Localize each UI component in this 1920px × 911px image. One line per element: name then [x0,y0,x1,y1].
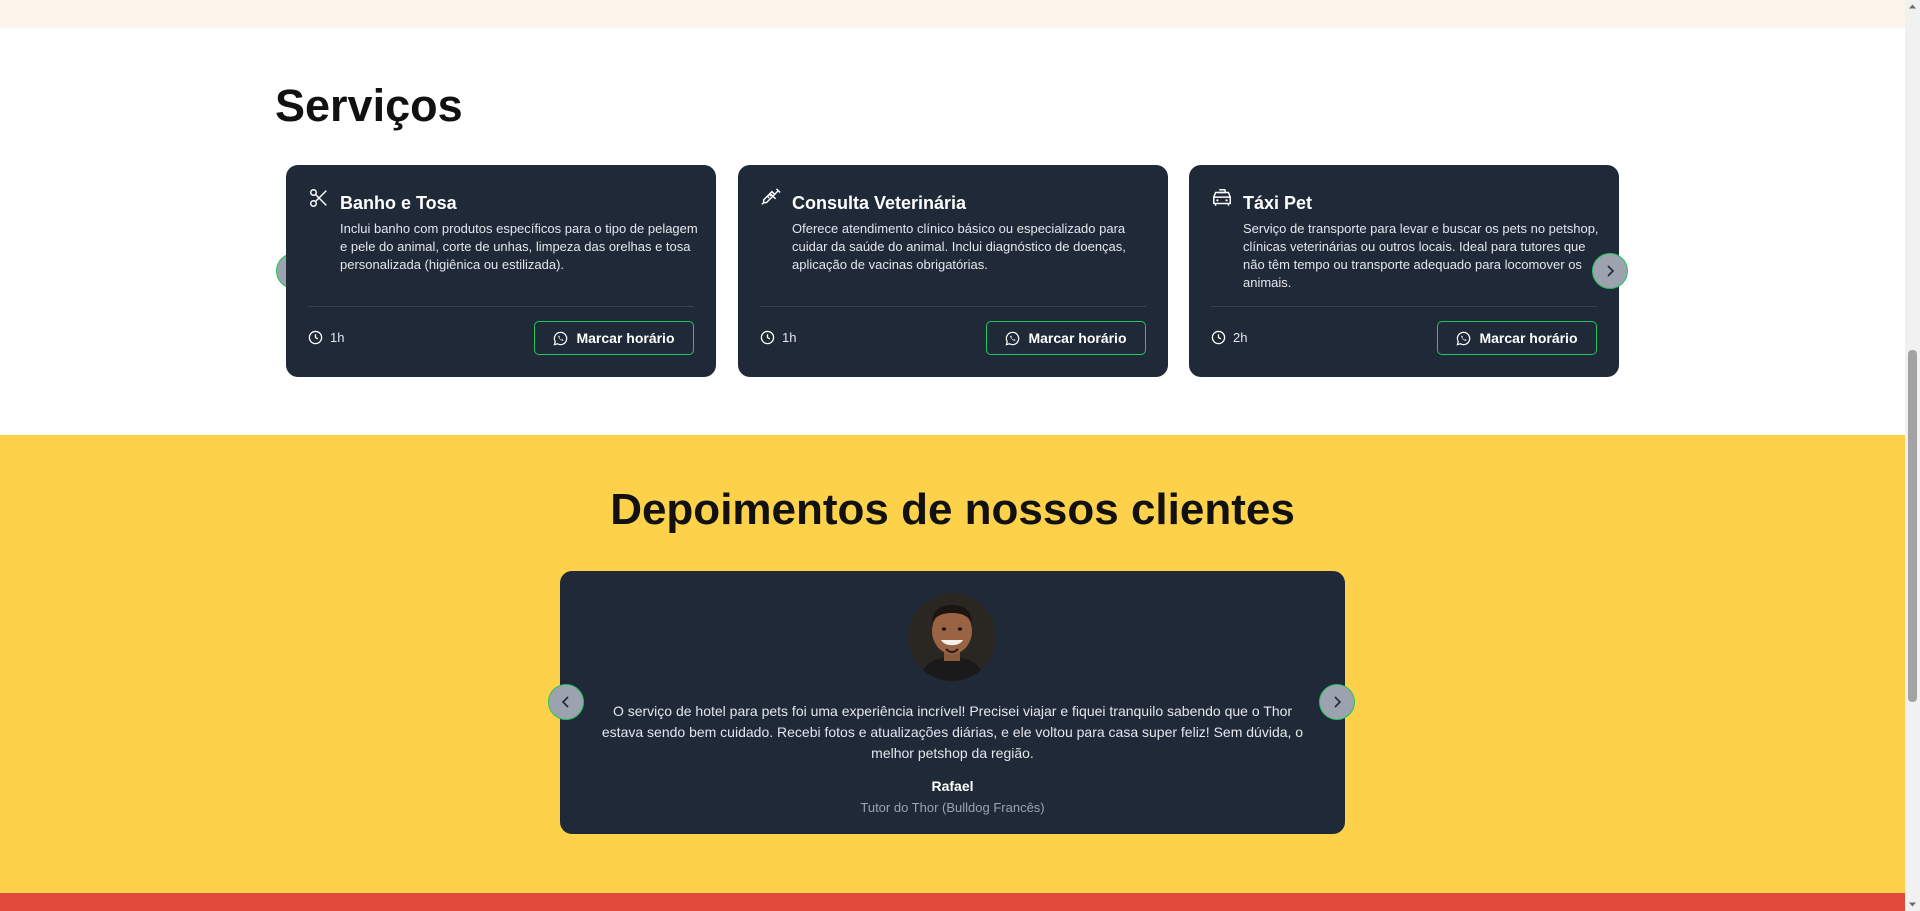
book-button-label: Marcar horário [576,330,675,346]
taxi-icon [1213,189,1231,206]
next-section-strip [0,893,1905,911]
service-description: Serviço de transporte para levar e busca… [1243,221,1599,290]
whatsapp-icon [553,331,568,345]
service-duration: 1h [330,330,345,345]
testimonial-quote: O serviço de hotel para pets foi uma exp… [601,703,1304,761]
service-title: Táxi Pet [1243,193,1313,213]
previous-section-strip [0,0,1905,28]
chevron-right-icon [1607,265,1615,277]
service-card: Banho e Tosa Inclui banho com produtos e… [286,165,716,377]
whatsapp-icon [1005,331,1020,345]
service-duration: 2h [1233,330,1248,345]
scroll-up-arrow-icon[interactable] [1908,2,1917,11]
card-divider [308,306,694,307]
service-duration: 1h [782,330,797,345]
book-button-label: Marcar horário [1028,330,1127,346]
testimonials-section: Depoimentos de nossos clientes O serviço… [0,435,1905,893]
clock-icon [308,330,323,345]
chevron-right-icon [1334,696,1342,708]
page-scrollbar[interactable] [1905,0,1920,911]
syringe-icon [761,188,781,205]
clock-icon [1211,330,1226,345]
scrollbar-thumb[interactable] [1908,350,1917,702]
chevron-left-icon [561,696,569,708]
service-title: Consulta Veterinária [792,193,967,213]
avatar [908,593,996,681]
card-divider [760,306,1146,307]
testimonial-card: O serviço de hotel para pets foi uma exp… [560,571,1345,834]
scroll-down-arrow-icon[interactable] [1908,900,1917,909]
clock-icon [760,330,775,345]
testimonials-next-button[interactable] [1319,684,1355,720]
service-card: Consulta Veterinária Oferece atendimento… [738,165,1168,377]
book-button-label: Marcar horário [1479,330,1578,346]
testimonial-author-role: Tutor do Thor (Bulldog Francês) [860,800,1045,815]
book-appointment-button[interactable]: Marcar horário [1437,321,1597,355]
book-appointment-button[interactable]: Marcar horário [986,321,1146,355]
services-next-button[interactable] [1592,253,1628,289]
testimonial-author-name: Rafael [931,778,974,794]
customer-photo [908,593,996,681]
services-heading: Serviços [275,80,463,131]
book-appointment-button[interactable]: Marcar horário [534,321,694,355]
service-card: Táxi Pet Serviço de transporte para leva… [1189,165,1619,377]
scissors-icon [310,189,327,207]
card-divider [1211,306,1597,307]
service-title: Banho e Tosa [340,193,457,213]
service-description: Inclui banho com produtos específicos pa… [340,221,698,272]
whatsapp-icon [1456,331,1471,345]
testimonials-prev-button[interactable] [548,684,584,720]
services-section: Serviços Banho e Tosa Inclui banho com p… [0,28,1905,435]
testimonials-heading: Depoimentos de nossos clientes [610,485,1295,534]
service-description: Oferece atendimento clínico básico ou es… [792,221,1126,272]
